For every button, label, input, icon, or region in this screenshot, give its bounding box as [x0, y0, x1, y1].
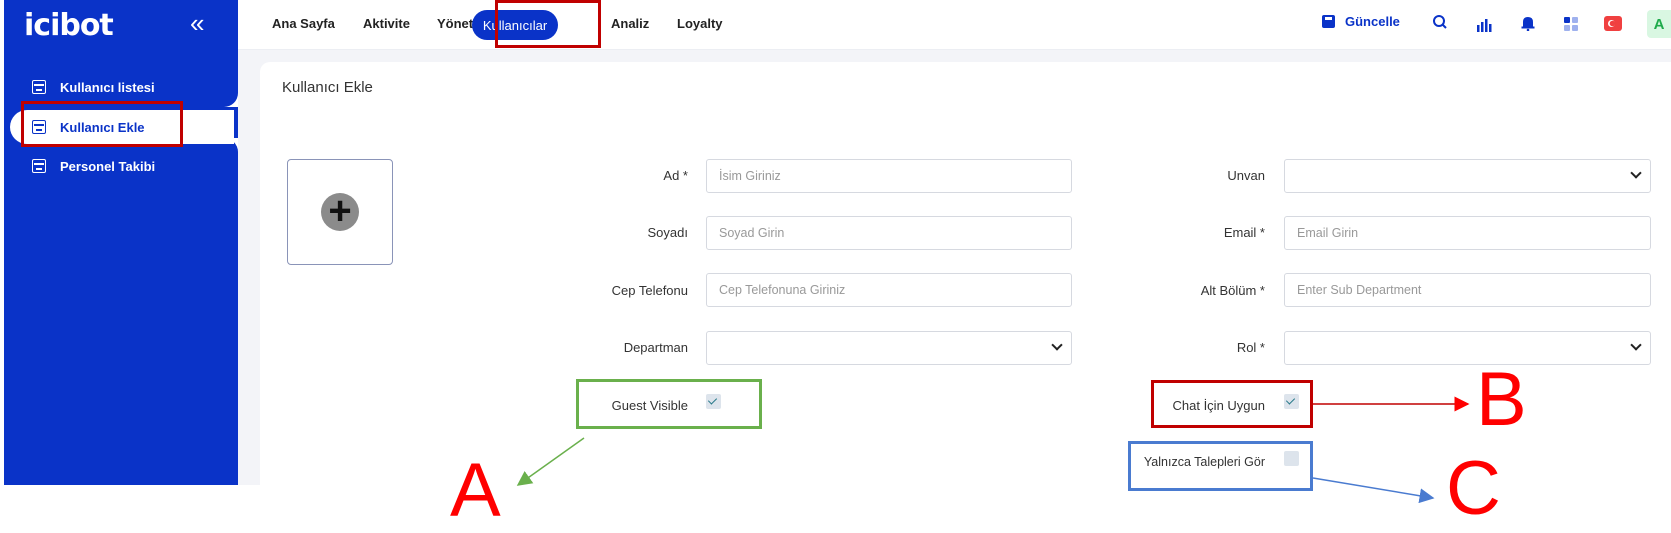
annotation-letter-c: C [1446, 446, 1501, 531]
arrow-a [516, 437, 585, 486]
annotation-letter-a: A [450, 448, 501, 533]
annotation-arrows [516, 396, 1470, 504]
annotation-letter-b: B [1476, 357, 1527, 442]
arrow-c [1312, 477, 1435, 504]
